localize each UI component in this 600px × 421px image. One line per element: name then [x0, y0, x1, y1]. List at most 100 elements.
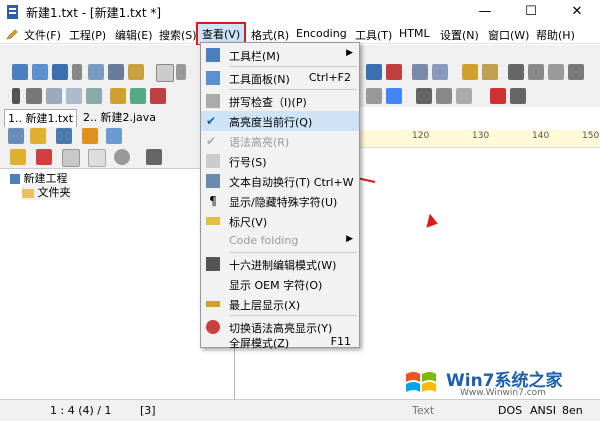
tree-folder-label: 文件夹 — [37, 186, 71, 199]
check-icon[interactable] — [462, 64, 478, 80]
step-icon[interactable] — [456, 88, 472, 104]
wrap-icon[interactable] — [46, 88, 62, 104]
status-bar: 1 : 4 (4) / 1 [3] Text DOS ANSI 8en — [0, 399, 600, 421]
lock-icon[interactable] — [110, 88, 126, 104]
project-tab-icon[interactable] — [8, 128, 24, 144]
syntax-toggle-icon — [206, 320, 220, 334]
dropdown-arrow-icon-2[interactable] — [176, 64, 186, 80]
status-position: 1 : 4 (4) / 1 — [50, 404, 112, 417]
panel-icon — [206, 71, 220, 85]
submenu-arrow-icon: ▶ — [346, 48, 353, 58]
menu-item-spell-check[interactable]: 拼写检查（I)(P) — [201, 91, 359, 111]
menu-tools[interactable]: 工具(T) — [355, 27, 392, 43]
replace-icon[interactable] — [432, 64, 448, 80]
files-icon[interactable] — [128, 64, 144, 80]
new-folder-icon[interactable] — [62, 149, 80, 167]
cut-icon[interactable] — [508, 64, 524, 80]
bracket-icon[interactable] — [366, 64, 382, 80]
tab-document-2[interactable]: 2.. 新建2.java — [80, 109, 159, 127]
indent-icon[interactable] — [12, 88, 20, 104]
menu-item-fullscreen[interactable]: 全屏模式(Z) F11 — [201, 335, 359, 350]
print-icon[interactable] — [88, 64, 104, 80]
menu-item-word-wrap[interactable]: 文本自动换行(T) Ctrl+W — [201, 171, 359, 191]
menu-item-toggle-syntax[interactable]: 切换语法高亮显示(Y) — [201, 317, 359, 337]
toolbar-icon — [206, 48, 220, 62]
tools-icon[interactable] — [146, 149, 162, 165]
menu-item-always-on-top[interactable]: 最上层显示(X) — [201, 294, 359, 314]
menu-edit[interactable]: 编辑(E) — [115, 27, 153, 43]
menu-item-special-chars[interactable]: ¶ 显示/隐藏特殊字符(U) — [201, 191, 359, 211]
open-file-icon[interactable] — [32, 64, 48, 80]
macro-icon[interactable] — [130, 88, 146, 104]
pilcrow-icon[interactable] — [26, 88, 42, 104]
spell-icon — [206, 94, 220, 108]
menu-format[interactable]: 格式(R) — [251, 27, 289, 43]
menu-item-hex-mode[interactable]: 十六进制编辑模式(W) — [201, 254, 359, 274]
tab-document-1[interactable]: 1.. 新建1.txt — [4, 109, 78, 128]
menu-project[interactable]: 工程(P) — [69, 27, 106, 43]
log-icon[interactable] — [108, 64, 124, 80]
search-icon[interactable] — [412, 64, 428, 80]
pilcrow-icon: ¶ — [209, 194, 217, 208]
filter-icon[interactable] — [366, 88, 382, 104]
new-file-icon[interactable] — [12, 64, 28, 80]
pin-icon — [206, 301, 220, 307]
ruler-mark: 140 — [532, 131, 550, 141]
ruler-mark: 120 — [412, 131, 430, 141]
menu-help[interactable]: 帮助(H) — [536, 27, 575, 43]
tree-folder-node[interactable]: 文件夹 — [22, 184, 71, 200]
status-mode: Text — [412, 404, 435, 417]
undo-icon[interactable] — [482, 64, 498, 80]
glasses-icon[interactable] — [510, 88, 526, 104]
view-menu-dropdown: 工具栏(M) ▶ 工具面板(N) Ctrl+F2 拼写检查（I)(P) ✔ 高亮… — [200, 42, 360, 350]
menu-separator — [229, 315, 357, 316]
folder-icon — [22, 188, 34, 198]
stop-icon[interactable] — [490, 88, 506, 104]
maximize-button[interactable]: ☐ — [508, 0, 554, 24]
app-icon — [7, 5, 18, 19]
menu-separator — [229, 66, 357, 67]
tab-icon[interactable] — [86, 88, 102, 104]
delete-icon[interactable] — [568, 64, 584, 80]
menu-item-highlight-line[interactable]: ✔ 高亮度当前行(Q) — [201, 111, 359, 131]
folder-tab-icon[interactable] — [30, 128, 46, 144]
menu-search[interactable]: 搜索(S) — [159, 27, 197, 43]
menu-item-toolbars[interactable]: 工具栏(M) ▶ — [201, 45, 359, 65]
menu-settings[interactable]: 设置(N) — [440, 27, 479, 43]
window-tab-icon[interactable] — [106, 128, 122, 144]
code-icon[interactable] — [436, 88, 452, 104]
menu-item-oem-chars[interactable]: 显示 OEM 字符(O) — [201, 274, 359, 294]
menu-separator — [229, 252, 357, 253]
menu-encoding[interactable]: Encoding — [296, 27, 347, 40]
paste-icon[interactable] — [548, 64, 564, 80]
menu-item-code-folding[interactable]: Code folding ▶ — [201, 231, 359, 251]
status-line-ending: DOS — [498, 404, 523, 417]
hex-icon — [206, 257, 220, 271]
menu-html[interactable]: HTML — [399, 27, 430, 40]
open-folder-icon[interactable] — [88, 149, 106, 167]
google-icon[interactable] — [386, 88, 402, 104]
close-button[interactable]: ✕ — [554, 0, 600, 24]
dropdown-arrow-icon[interactable] — [72, 64, 82, 80]
menu-file[interactable]: 文件(F) — [24, 27, 61, 43]
record-icon[interactable] — [150, 88, 166, 104]
project-icon — [10, 174, 20, 184]
menu-item-line-numbers[interactable]: 行号(S) — [201, 151, 359, 171]
menu-window[interactable]: 窗口(W) — [488, 27, 529, 43]
play-icon[interactable] — [416, 88, 432, 104]
bookmark-icon[interactable] — [386, 64, 402, 80]
add-folder-icon[interactable] — [10, 149, 26, 165]
menu-item-ruler[interactable]: 标尺(V) — [201, 211, 359, 231]
menu-item-syntax-highlight[interactable]: ✔ 语法高亮(R) — [201, 131, 359, 151]
copy-icon[interactable] — [528, 64, 544, 80]
columns-icon[interactable] — [66, 88, 82, 104]
function-tab-icon[interactable] — [56, 128, 72, 144]
star-tab-icon[interactable] — [82, 128, 98, 144]
minimize-button[interactable]: — — [462, 0, 508, 24]
windows-logo-icon — [406, 372, 436, 392]
shape-icon[interactable] — [156, 64, 174, 82]
info-icon[interactable] — [114, 149, 130, 165]
remove-folder-icon[interactable] — [36, 149, 52, 165]
menu-item-tool-panel[interactable]: 工具面板(N) Ctrl+F2 — [201, 68, 359, 88]
save-icon[interactable] — [52, 64, 68, 80]
